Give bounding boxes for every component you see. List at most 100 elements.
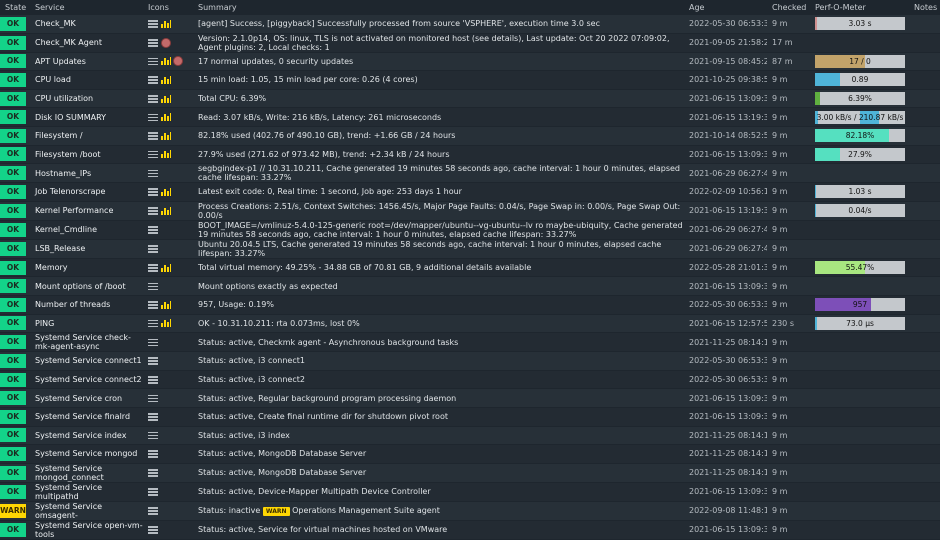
service-name-link[interactable]: Systemd Service cron [35, 394, 122, 403]
service-name-link[interactable]: Systemd Service omsagent- [35, 502, 102, 520]
service-name-link[interactable]: Systemd Service finalrd [35, 412, 130, 421]
service-name-link[interactable]: Systemd Service index [35, 431, 126, 440]
menu-icon[interactable] [148, 376, 158, 384]
table-row[interactable]: OK APT Updates 17 normal updates, 0 securi… [0, 51, 940, 71]
perf-o-meter[interactable]: 73.0 µs [815, 316, 905, 330]
table-row[interactable]: OK CPU utilization Total CPU: 6.39% 2021-06… [0, 88, 940, 108]
service-name-link[interactable]: CPU utilization [35, 94, 93, 103]
menu-icon[interactable] [148, 57, 158, 66]
service-name-link[interactable]: LSB_Release [35, 244, 85, 253]
perf-o-meter[interactable]: 82.18% [815, 129, 905, 143]
col-state[interactable]: State [0, 0, 30, 15]
service-name-link[interactable]: Systemd Service multipathd [35, 483, 102, 501]
graph-icon[interactable] [161, 319, 171, 328]
menu-icon[interactable] [148, 319, 158, 328]
service-name-link[interactable]: Systemd Service connect2 [35, 375, 142, 384]
menu-icon[interactable] [148, 301, 158, 309]
graph-icon[interactable] [161, 150, 171, 159]
table-row[interactable]: OK Job Telenorscrape Latest exit code: 0, … [0, 182, 940, 202]
menu-icon[interactable] [148, 469, 158, 477]
service-name-link[interactable]: Systemd Service check-mk-agent-async [35, 334, 131, 352]
table-row[interactable]: OK LSB_Release Ubuntu 20.04.5 LTS, Cache g… [0, 238, 940, 259]
service-name-link[interactable]: Disk IO SUMMARY [35, 113, 106, 122]
menu-icon[interactable] [148, 357, 158, 365]
col-service[interactable]: Service [30, 0, 143, 15]
menu-icon[interactable] [148, 76, 158, 84]
graph-icon[interactable] [161, 57, 171, 66]
service-name-link[interactable]: Kernel_Cmdline [35, 225, 97, 234]
col-summary[interactable]: Summary [193, 0, 684, 15]
perf-o-meter[interactable]: 3.00 kB/s / 210.87 kB/s [815, 110, 905, 124]
menu-icon[interactable] [148, 132, 158, 140]
service-name-link[interactable]: Filesystem /boot [35, 150, 101, 159]
service-name-link[interactable]: Check_MK [35, 19, 76, 28]
menu-icon[interactable] [148, 282, 158, 291]
menu-icon[interactable] [148, 113, 158, 122]
table-row[interactable]: OK Check_MK [agent] Success, [piggyback] S… [0, 14, 940, 34]
col-perf-o-meter[interactable]: Perf-O-Meter [810, 0, 909, 15]
table-row[interactable]: OK Hostname_IPs segbgindex-p1 // 10.31.10.… [0, 163, 940, 183]
col-checked[interactable]: Checked [767, 0, 810, 15]
graph-icon[interactable] [161, 131, 171, 140]
service-name-link[interactable]: Systemd Service open-vm-tools [35, 521, 143, 539]
graph-icon[interactable] [161, 187, 171, 196]
perf-o-meter[interactable]: 6.39% [815, 92, 905, 106]
service-name-link[interactable]: Systemd Service mongod [35, 449, 137, 458]
service-name-link[interactable]: Check_MK Agent [35, 38, 102, 47]
menu-icon[interactable] [148, 20, 158, 28]
menu-icon[interactable] [148, 245, 158, 253]
perf-o-meter[interactable]: 1.03 s [815, 185, 905, 199]
table-row[interactable]: OK Systemd Service multipathd Status: acti… [0, 481, 940, 502]
menu-icon[interactable] [148, 394, 158, 403]
menu-icon[interactable] [148, 207, 158, 215]
graph-icon[interactable] [161, 263, 171, 272]
globe-icon[interactable] [161, 37, 171, 48]
service-name-link[interactable]: PING [35, 319, 54, 328]
service-name-link[interactable]: Hostname_IPs [35, 169, 91, 178]
table-row[interactable]: OK CPU load 15 min load: 1.05, 15 min load… [0, 70, 940, 90]
service-name-link[interactable]: CPU load [35, 75, 71, 84]
service-name-link[interactable]: Mount options of /boot [35, 282, 126, 291]
menu-icon[interactable] [148, 95, 158, 103]
table-row[interactable]: OK Systemd Service finalrd Status: active,… [0, 406, 940, 426]
menu-icon[interactable] [148, 150, 158, 159]
graph-icon[interactable] [161, 94, 171, 103]
menu-icon[interactable] [148, 488, 158, 496]
table-row[interactable]: OK Check_MK Agent Version: 2.1.0p14, OS: l… [0, 32, 940, 53]
menu-icon[interactable] [148, 507, 158, 515]
table-row[interactable]: OK Systemd Service connect2 Status: active… [0, 369, 940, 389]
table-row[interactable]: OK Mount options of /boot Mount options ex… [0, 276, 940, 296]
graph-icon[interactable] [161, 300, 171, 309]
perf-o-meter[interactable]: 0.89 [815, 73, 905, 87]
table-row[interactable]: OK Kernel_Cmdline BOOT_IMAGE=/vmlinuz-5.4.… [0, 219, 940, 240]
table-row[interactable]: OK PING OK - 10.31.10.211: rta 0.073ms, lo… [0, 313, 940, 333]
menu-icon[interactable] [148, 226, 158, 234]
menu-icon[interactable] [148, 450, 158, 458]
table-row[interactable]: OK Systemd Service mongod_connect Status: … [0, 462, 940, 483]
graph-icon[interactable] [161, 206, 171, 215]
perf-o-meter[interactable]: 17 / 0 [815, 54, 905, 68]
service-name-link[interactable]: Filesystem / [35, 131, 83, 140]
menu-icon[interactable] [148, 39, 158, 47]
graph-icon[interactable] [161, 113, 171, 122]
menu-icon[interactable] [148, 413, 158, 421]
table-row[interactable]: OK Systemd Service open-vm-tools Status: a… [0, 519, 940, 539]
service-name-link[interactable]: Systemd Service connect1 [35, 356, 142, 365]
service-name-link[interactable]: Systemd Service mongod_connect [35, 464, 104, 482]
service-name-link[interactable]: APT Updates [35, 57, 86, 66]
perf-o-meter[interactable]: 55.47% [815, 261, 905, 275]
menu-icon[interactable] [148, 169, 158, 178]
menu-icon[interactable] [148, 431, 158, 440]
table-row[interactable]: OK Systemd Service mongod Status: active, … [0, 444, 940, 464]
table-row[interactable]: OK Systemd Service cron Status: active, Re… [0, 388, 940, 408]
table-row[interactable]: OK Filesystem / 82.18% used (402.76 of 490… [0, 125, 940, 146]
graph-icon[interactable] [161, 75, 171, 84]
service-name-link[interactable]: Job Telenorscrape [35, 187, 105, 196]
perf-o-meter[interactable]: 0.04/s [815, 204, 905, 218]
table-row[interactable]: OK Kernel Performance Process Creations: 2… [0, 200, 940, 221]
service-name-link[interactable]: Memory [35, 263, 68, 272]
menu-icon[interactable] [148, 526, 158, 534]
perf-o-meter[interactable]: 957 [815, 298, 905, 312]
perf-o-meter[interactable]: 3.03 s [815, 17, 905, 31]
menu-icon[interactable] [148, 264, 158, 272]
